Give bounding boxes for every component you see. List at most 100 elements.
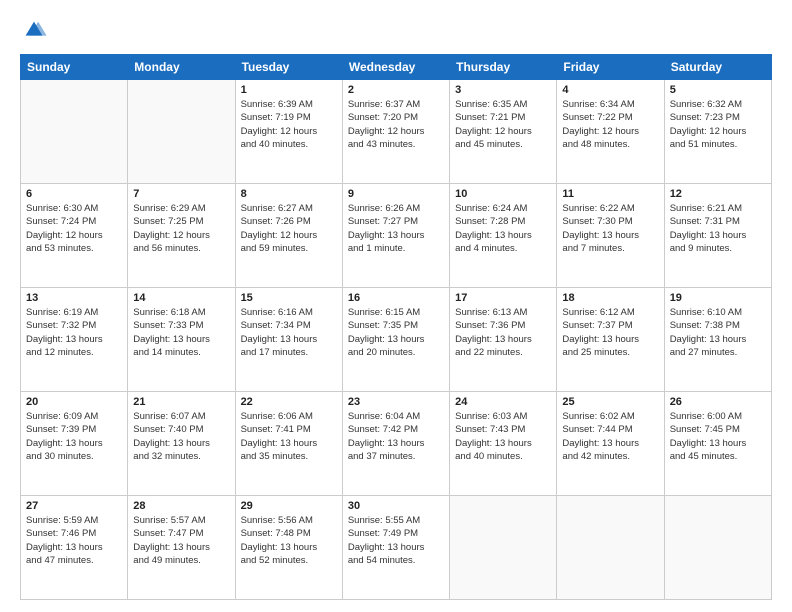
calendar-cell xyxy=(450,496,557,600)
day-info: Sunrise: 6:24 AM Sunset: 7:28 PM Dayligh… xyxy=(455,202,551,255)
calendar-cell xyxy=(21,80,128,184)
calendar-cell xyxy=(664,496,771,600)
day-number: 26 xyxy=(670,396,766,408)
day-number: 11 xyxy=(562,188,658,200)
day-info: Sunrise: 6:30 AM Sunset: 7:24 PM Dayligh… xyxy=(26,202,122,255)
day-of-week-header: Thursday xyxy=(450,55,557,80)
day-of-week-header: Friday xyxy=(557,55,664,80)
calendar-cell: 25 Sunrise: 6:02 AM Sunset: 7:44 PM Dayli… xyxy=(557,392,664,496)
day-number: 23 xyxy=(348,396,444,408)
day-number: 8 xyxy=(241,188,337,200)
day-number: 18 xyxy=(562,292,658,304)
day-info: Sunrise: 6:22 AM Sunset: 7:30 PM Dayligh… xyxy=(562,202,658,255)
day-number: 10 xyxy=(455,188,551,200)
day-number: 19 xyxy=(670,292,766,304)
calendar-cell: 12Sunrise: 6:21 AM Sunset: 7:31 PM Dayli… xyxy=(664,184,771,288)
day-info: Sunrise: 5:55 AM Sunset: 7:49 PM Dayligh… xyxy=(348,514,444,567)
day-info: Sunrise: 6:29 AM Sunset: 7:25 PM Dayligh… xyxy=(133,202,229,255)
calendar-cell: 10 Sunrise: 6:24 AM Sunset: 7:28 PM Dayli… xyxy=(450,184,557,288)
day-number: 14 xyxy=(133,292,229,304)
day-of-week-header: Saturday xyxy=(664,55,771,80)
calendar-cell: 30 Sunrise: 5:55 AM Sunset: 7:49 PM Dayli… xyxy=(342,496,449,600)
day-info: Sunrise: 6:27 AM Sunset: 7:26 PM Dayligh… xyxy=(241,202,337,255)
day-info: Sunrise: 5:59 AM Sunset: 7:46 PM Dayligh… xyxy=(26,514,122,567)
day-number: 20 xyxy=(26,396,122,408)
calendar-cell: 19 Sunrise: 6:10 AM Sunset: 7:38 PM Dayli… xyxy=(664,288,771,392)
calendar-cell: 7 Sunrise: 6:29 AM Sunset: 7:25 PM Daylig… xyxy=(128,184,235,288)
calendar-cell: 6 Sunrise: 6:30 AM Sunset: 7:24 PM Daylig… xyxy=(21,184,128,288)
day-info: Sunrise: 6:19 AM Sunset: 7:32 PM Dayligh… xyxy=(26,306,122,359)
day-number: 12 xyxy=(670,188,766,200)
day-number: 29 xyxy=(241,500,337,512)
day-number: 4 xyxy=(562,84,658,96)
calendar-cell: 1 Sunrise: 6:39 AM Sunset: 7:19 PM Daylig… xyxy=(235,80,342,184)
calendar-cell: 4Sunrise: 6:34 AM Sunset: 7:22 PM Daylig… xyxy=(557,80,664,184)
day-info: Sunrise: 6:18 AM Sunset: 7:33 PM Dayligh… xyxy=(133,306,229,359)
day-info: Sunrise: 6:04 AM Sunset: 7:42 PM Dayligh… xyxy=(348,410,444,463)
day-number: 9 xyxy=(348,188,444,200)
day-info: Sunrise: 6:10 AM Sunset: 7:38 PM Dayligh… xyxy=(670,306,766,359)
calendar-week-row: 20 Sunrise: 6:09 AM Sunset: 7:39 PM Dayli… xyxy=(21,392,772,496)
day-number: 7 xyxy=(133,188,229,200)
day-number: 27 xyxy=(26,500,122,512)
calendar-table: SundayMondayTuesdayWednesdayThursdayFrid… xyxy=(20,54,772,600)
day-info: Sunrise: 6:39 AM Sunset: 7:19 PM Dayligh… xyxy=(241,98,337,151)
day-number: 22 xyxy=(241,396,337,408)
day-number: 16 xyxy=(348,292,444,304)
logo xyxy=(20,16,50,44)
day-number: 30 xyxy=(348,500,444,512)
day-info: Sunrise: 6:06 AM Sunset: 7:41 PM Dayligh… xyxy=(241,410,337,463)
header xyxy=(20,16,772,44)
day-of-week-header: Monday xyxy=(128,55,235,80)
calendar-cell: 17Sunrise: 6:13 AM Sunset: 7:36 PM Dayli… xyxy=(450,288,557,392)
day-info: Sunrise: 6:16 AM Sunset: 7:34 PM Dayligh… xyxy=(241,306,337,359)
day-number: 5 xyxy=(670,84,766,96)
day-number: 3 xyxy=(455,84,551,96)
calendar-cell xyxy=(557,496,664,600)
day-info: Sunrise: 6:00 AM Sunset: 7:45 PM Dayligh… xyxy=(670,410,766,463)
day-info: Sunrise: 6:26 AM Sunset: 7:27 PM Dayligh… xyxy=(348,202,444,255)
day-info: Sunrise: 6:09 AM Sunset: 7:39 PM Dayligh… xyxy=(26,410,122,463)
day-number: 24 xyxy=(455,396,551,408)
day-number: 2 xyxy=(348,84,444,96)
calendar-week-row: 1 Sunrise: 6:39 AM Sunset: 7:19 PM Daylig… xyxy=(21,80,772,184)
calendar-cell: 13 Sunrise: 6:19 AM Sunset: 7:32 PM Dayli… xyxy=(21,288,128,392)
day-info: Sunrise: 5:57 AM Sunset: 7:47 PM Dayligh… xyxy=(133,514,229,567)
day-number: 15 xyxy=(241,292,337,304)
calendar-cell: 18 Sunrise: 6:12 AM Sunset: 7:37 PM Dayli… xyxy=(557,288,664,392)
calendar-cell: 15 Sunrise: 6:16 AM Sunset: 7:34 PM Dayli… xyxy=(235,288,342,392)
calendar-cell: 28Sunrise: 5:57 AM Sunset: 7:47 PM Dayli… xyxy=(128,496,235,600)
calendar-cell: 29 Sunrise: 5:56 AM Sunset: 7:48 PM Dayli… xyxy=(235,496,342,600)
day-info: Sunrise: 6:35 AM Sunset: 7:21 PM Dayligh… xyxy=(455,98,551,151)
calendar-week-row: 6 Sunrise: 6:30 AM Sunset: 7:24 PM Daylig… xyxy=(21,184,772,288)
day-info: Sunrise: 5:56 AM Sunset: 7:48 PM Dayligh… xyxy=(241,514,337,567)
day-info: Sunrise: 6:02 AM Sunset: 7:44 PM Dayligh… xyxy=(562,410,658,463)
calendar-cell: 11 Sunrise: 6:22 AM Sunset: 7:30 PM Dayli… xyxy=(557,184,664,288)
calendar-header-row: SundayMondayTuesdayWednesdayThursdayFrid… xyxy=(21,55,772,80)
day-info: Sunrise: 6:37 AM Sunset: 7:20 PM Dayligh… xyxy=(348,98,444,151)
day-of-week-header: Wednesday xyxy=(342,55,449,80)
calendar-cell: 20 Sunrise: 6:09 AM Sunset: 7:39 PM Dayli… xyxy=(21,392,128,496)
calendar-cell: 8 Sunrise: 6:27 AM Sunset: 7:26 PM Daylig… xyxy=(235,184,342,288)
calendar-cell: 2 Sunrise: 6:37 AM Sunset: 7:20 PM Daylig… xyxy=(342,80,449,184)
calendar-cell: 23 Sunrise: 6:04 AM Sunset: 7:42 PM Dayli… xyxy=(342,392,449,496)
day-number: 6 xyxy=(26,188,122,200)
day-number: 1 xyxy=(241,84,337,96)
day-info: Sunrise: 6:32 AM Sunset: 7:23 PM Dayligh… xyxy=(670,98,766,151)
calendar-week-row: 27 Sunrise: 5:59 AM Sunset: 7:46 PM Dayli… xyxy=(21,496,772,600)
day-info: Sunrise: 6:12 AM Sunset: 7:37 PM Dayligh… xyxy=(562,306,658,359)
calendar-week-row: 13 Sunrise: 6:19 AM Sunset: 7:32 PM Dayli… xyxy=(21,288,772,392)
day-number: 25 xyxy=(562,396,658,408)
calendar-cell: 26 Sunrise: 6:00 AM Sunset: 7:45 PM Dayli… xyxy=(664,392,771,496)
day-info: Sunrise: 6:07 AM Sunset: 7:40 PM Dayligh… xyxy=(133,410,229,463)
calendar-cell: 21 Sunrise: 6:07 AM Sunset: 7:40 PM Dayli… xyxy=(128,392,235,496)
calendar-cell: 5 Sunrise: 6:32 AM Sunset: 7:23 PM Daylig… xyxy=(664,80,771,184)
calendar-cell: 16Sunrise: 6:15 AM Sunset: 7:35 PM Dayli… xyxy=(342,288,449,392)
calendar-cell: 22 Sunrise: 6:06 AM Sunset: 7:41 PM Dayli… xyxy=(235,392,342,496)
day-number: 21 xyxy=(133,396,229,408)
page: SundayMondayTuesdayWednesdayThursdayFrid… xyxy=(0,0,792,612)
logo-icon xyxy=(20,16,48,44)
calendar-cell: 24Sunrise: 6:03 AM Sunset: 7:43 PM Dayli… xyxy=(450,392,557,496)
day-number: 13 xyxy=(26,292,122,304)
calendar-cell: 3 Sunrise: 6:35 AM Sunset: 7:21 PM Daylig… xyxy=(450,80,557,184)
